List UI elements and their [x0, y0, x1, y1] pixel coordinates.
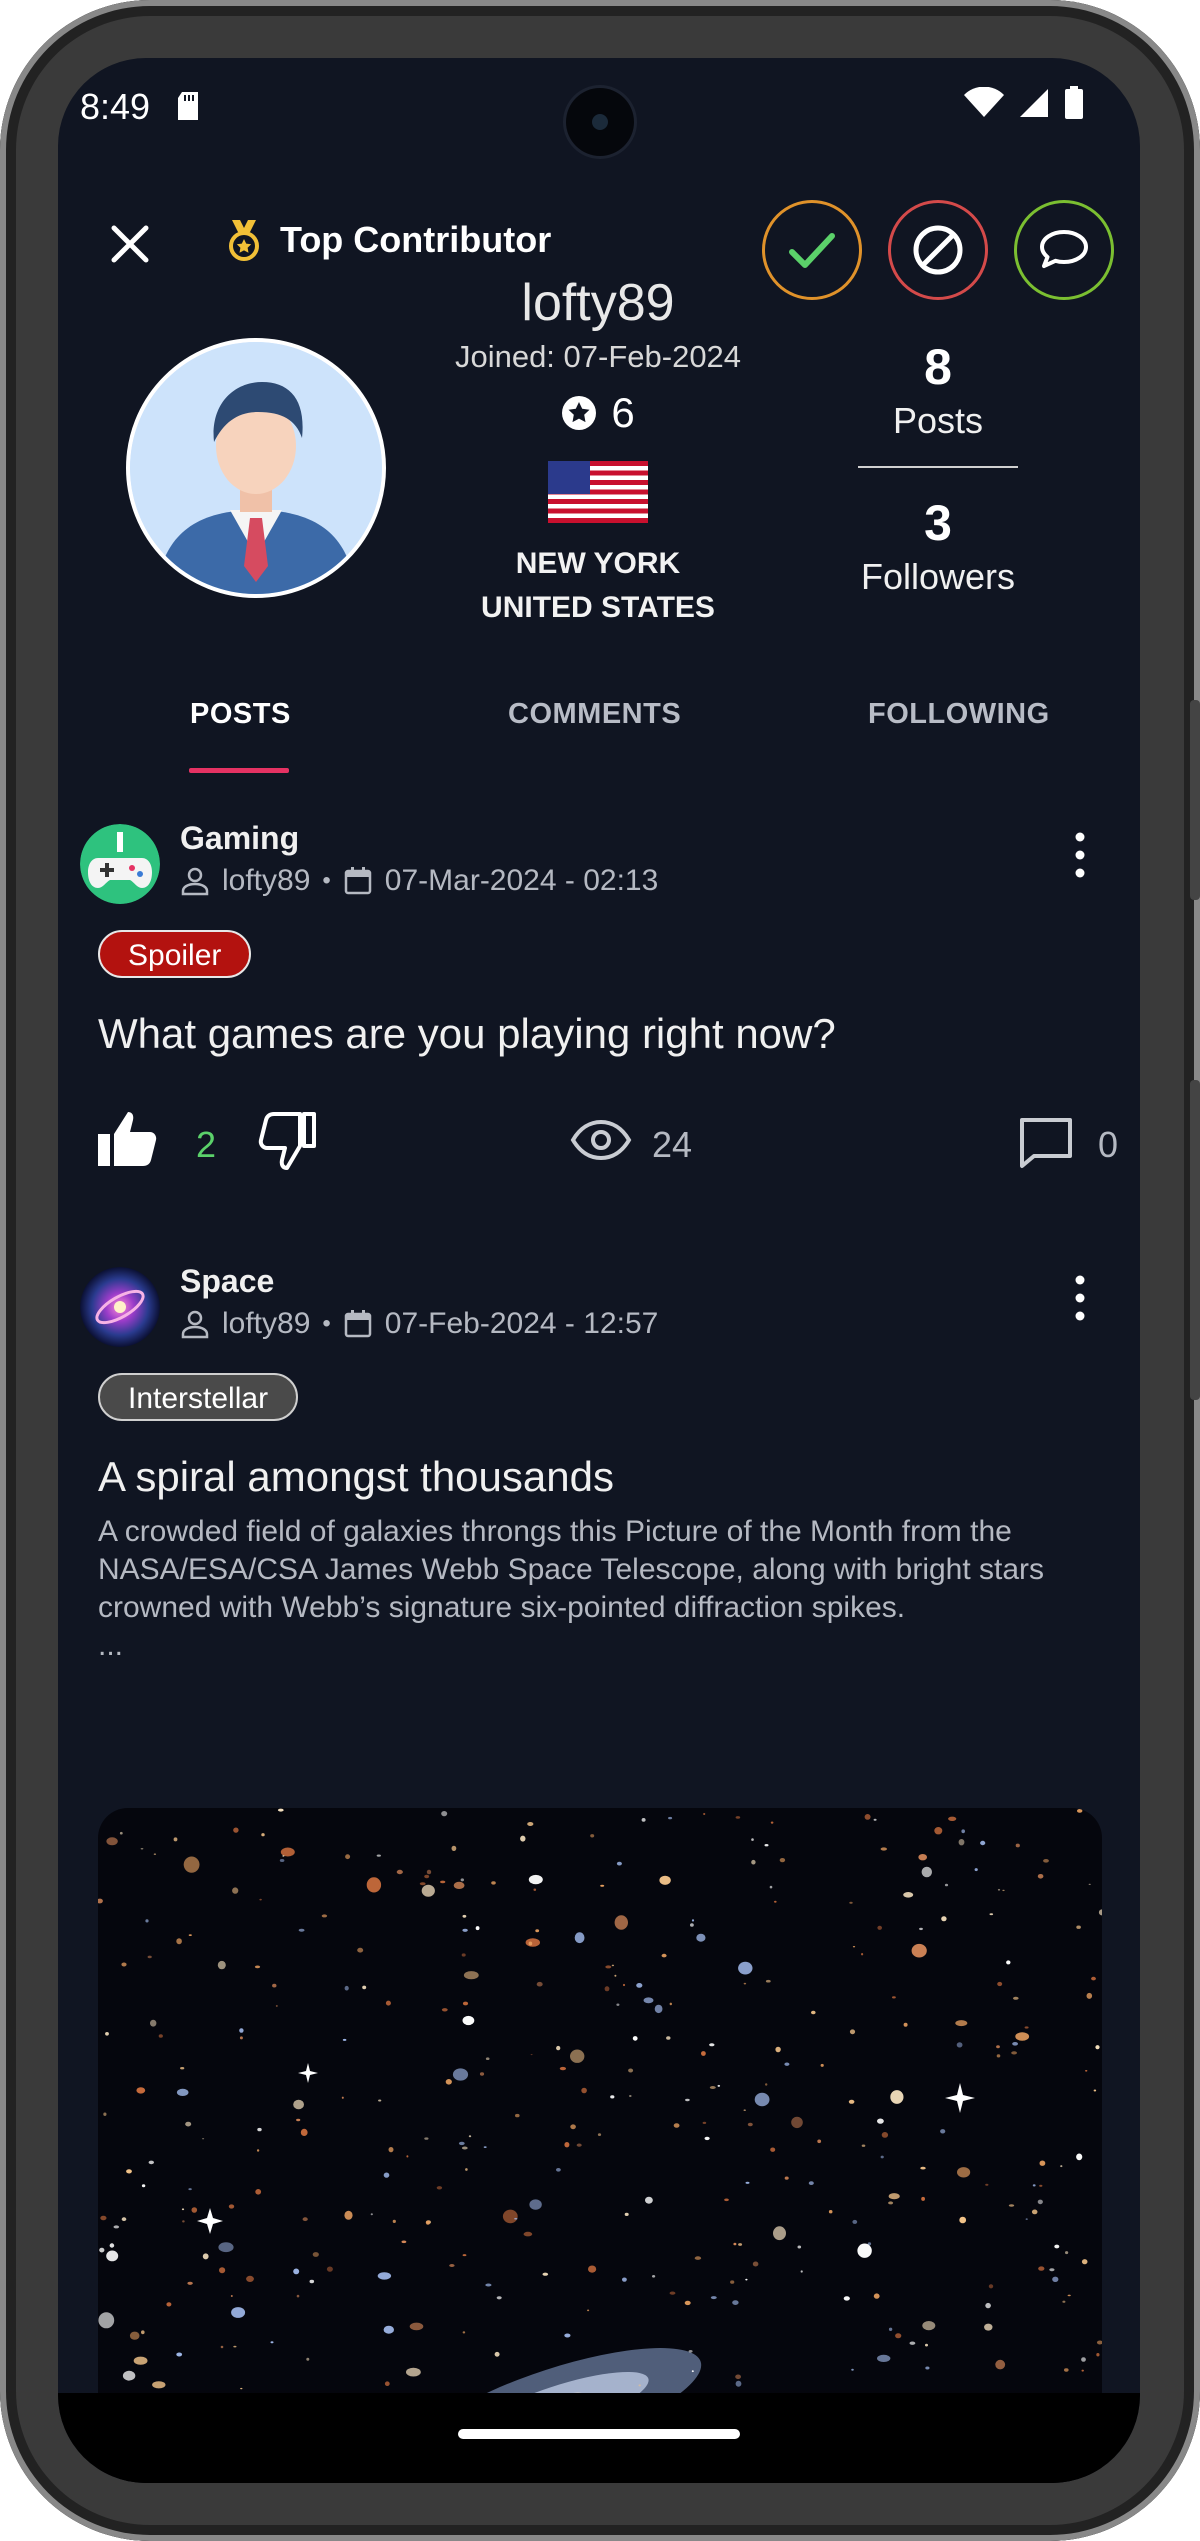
app-screen: 8:49 Top Contributor lofty89 Joined: 07-…	[58, 58, 1140, 2483]
calendar-icon	[344, 1310, 372, 1338]
post-meta: lofty89 • 07-Mar-2024 - 02:13	[180, 864, 658, 898]
sd-card-icon	[178, 92, 198, 120]
post-body-text: A crowded field of galaxies throngs this…	[98, 1515, 1045, 1624]
galaxy-field-image	[98, 1808, 1102, 2483]
post-actions: 2 24 0	[58, 1110, 1140, 1180]
navigation-bar	[58, 2393, 1140, 2483]
galaxy-icon	[80, 1267, 160, 1347]
chat-bubble-icon	[1040, 230, 1088, 268]
home-gesture-handle[interactable]	[458, 2429, 740, 2439]
username: lofty89	[521, 274, 675, 332]
medal-icon	[229, 220, 259, 261]
block-button[interactable]	[888, 200, 988, 300]
post-image[interactable]	[98, 1808, 1102, 2483]
post-body-ellipsis: ...	[98, 1629, 124, 1662]
post-date: 07-Mar-2024 - 02:13	[384, 864, 659, 897]
badge-label: Top Contributor	[280, 219, 552, 260]
followers-label: Followers	[860, 556, 1016, 597]
volume-button	[1190, 700, 1200, 900]
approve-button[interactable]	[762, 200, 862, 300]
location: NEW YORK UNITED STATES	[428, 542, 768, 630]
status-icons	[964, 86, 1084, 120]
star-circle-icon	[562, 396, 597, 430]
meta-separator: •	[322, 1310, 331, 1337]
comment-icon[interactable]	[1018, 1116, 1074, 1170]
power-button	[1190, 1080, 1200, 1400]
close-icon[interactable]	[100, 214, 160, 274]
contributor-badge: Top Contributor	[226, 218, 551, 262]
view-count: 24	[652, 1124, 693, 1165]
front-camera	[566, 88, 634, 156]
rating: 6	[428, 389, 768, 437]
cell-signal-icon	[1020, 89, 1048, 117]
location-city: NEW YORK	[515, 547, 681, 580]
like-count: 2	[196, 1124, 217, 1165]
location-country: UNITED STATES	[481, 591, 715, 624]
status-bar: 8:49	[58, 58, 1140, 168]
thumb-down-icon[interactable]	[254, 1110, 318, 1170]
stats-divider	[858, 466, 1018, 468]
tab-comments[interactable]: COMMENTS	[508, 698, 681, 731]
calendar-icon	[344, 867, 372, 895]
post-title[interactable]: What games are you playing right now?	[98, 1010, 836, 1058]
thumb-up-icon[interactable]	[96, 1110, 160, 1170]
community-avatar[interactable]	[80, 824, 160, 904]
posts-label: Posts	[892, 400, 984, 441]
us-flag-icon	[548, 461, 648, 523]
more-vert-icon[interactable]	[1070, 1273, 1090, 1323]
post-body: A crowded field of galaxies throngs this…	[98, 1513, 1108, 1665]
eye-icon	[570, 1119, 632, 1161]
more-vert-icon[interactable]	[1070, 830, 1090, 880]
wifi-icon	[964, 87, 1004, 117]
post-title[interactable]: A spiral amongst thousands	[98, 1453, 614, 1501]
avatar	[126, 338, 386, 598]
battery-icon	[1065, 86, 1083, 119]
posts-count: 8	[924, 339, 952, 395]
post-author[interactable]: lofty89	[222, 864, 310, 898]
active-tab-indicator	[189, 768, 289, 773]
comment-count: 0	[1098, 1124, 1119, 1165]
post-tag: Spoiler	[98, 930, 252, 978]
post-date: 07-Feb-2024 - 12:57	[384, 1307, 659, 1340]
followers-count: 3	[924, 495, 952, 551]
user-icon	[181, 867, 209, 896]
tab-posts[interactable]: POSTS	[190, 698, 291, 731]
status-time: 8:49	[80, 86, 151, 127]
community-name[interactable]: Gaming	[180, 820, 299, 857]
message-button[interactable]	[1014, 200, 1114, 300]
user-icon	[181, 1310, 209, 1339]
followers-stat[interactable]: 3 Followers	[858, 494, 1018, 598]
meta-separator: •	[322, 867, 331, 894]
profile-stats: 8 Posts 3 Followers	[858, 338, 1018, 598]
profile-info: lofty89 Joined: 07-Feb-2024 6 NEW YORK U…	[428, 273, 768, 630]
block-icon	[913, 225, 963, 275]
post-tag: Interstellar	[98, 1373, 299, 1421]
profile-tabs: POSTS COMMENTS FOLLOWING	[58, 698, 1140, 778]
community-avatar[interactable]	[80, 1267, 160, 1347]
user-avatar-icon	[130, 342, 382, 594]
gamepad-icon	[80, 824, 160, 904]
community-name[interactable]: Space	[180, 1263, 274, 1300]
post-author[interactable]: lofty89	[222, 1307, 310, 1341]
joined-date: Joined: 07-Feb-2024	[454, 339, 742, 374]
check-icon	[789, 233, 835, 268]
post-meta: lofty89 • 07-Feb-2024 - 12:57	[180, 1307, 658, 1341]
tab-following[interactable]: FOLLOWING	[868, 698, 1050, 731]
rating-value: 6	[611, 389, 635, 436]
posts-stat[interactable]: 8 Posts	[858, 338, 1018, 442]
